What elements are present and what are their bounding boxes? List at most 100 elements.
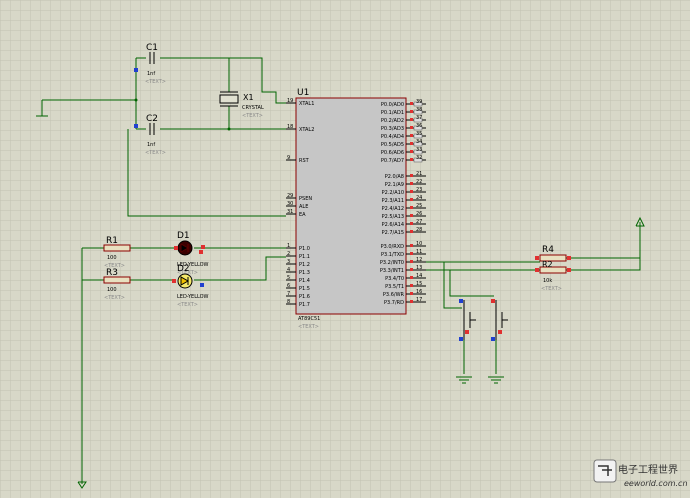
u1-pin-name: P1.3 bbox=[299, 270, 310, 276]
d1-ref: D1 bbox=[177, 231, 190, 241]
u1-pin-name: P1.7 bbox=[299, 302, 310, 308]
u1-pin-number: 15 bbox=[416, 281, 422, 287]
u1-pin-name: XTAL1 bbox=[299, 101, 314, 107]
u1-pin-name: P0.5/AD5 bbox=[381, 142, 404, 148]
schematic-canvas[interactable]: C1 1nf <TEXT> C2 1nf <TEXT> X1 CRYSTAL <… bbox=[0, 0, 690, 498]
u1-text: <TEXT> bbox=[298, 324, 319, 330]
u1-pin-name: P1.6 bbox=[299, 294, 310, 300]
u1-pin-name: P0.6/AD6 bbox=[381, 150, 404, 156]
u1-pin-number: 1 bbox=[287, 243, 290, 249]
u1-pin-number: 36 bbox=[416, 123, 422, 129]
u1-pin-number: 21 bbox=[416, 171, 422, 177]
r3-value: 100 bbox=[107, 287, 117, 293]
pin-dot bbox=[410, 126, 413, 129]
pin-dot bbox=[410, 118, 413, 121]
u1-pin-number: 35 bbox=[416, 131, 422, 137]
u1-pin-number: 3 bbox=[287, 259, 290, 265]
c1-value: 1nf bbox=[147, 71, 155, 77]
u1-pin-number: 2 bbox=[287, 251, 290, 257]
x1-value: CRYSTAL bbox=[242, 105, 264, 111]
u1-pin-name: P3.1/TXD bbox=[381, 252, 404, 258]
u1-pin-number: 38 bbox=[416, 107, 422, 113]
pin-dot bbox=[410, 142, 413, 145]
pin-dot bbox=[410, 150, 413, 153]
r3-text: <TEXT> bbox=[104, 295, 125, 301]
u1-pin-number: 9 bbox=[287, 155, 290, 161]
pin-dot bbox=[410, 230, 413, 233]
u1-pin-name: P2.1/A9 bbox=[385, 182, 404, 188]
u1-pin-number: 30 bbox=[287, 201, 293, 207]
u1-pin-name: P2.4/A12 bbox=[382, 206, 404, 212]
pin-dot bbox=[410, 268, 413, 271]
u1-pin-number: 26 bbox=[416, 211, 422, 217]
u1-pin-number: 33 bbox=[416, 147, 422, 153]
u1-pin-name: P0.3/AD3 bbox=[381, 126, 404, 132]
pin-dot bbox=[410, 276, 413, 279]
u1-pin-number: 14 bbox=[416, 273, 422, 279]
u1-pin-name: P3.2/INT0 bbox=[380, 260, 404, 266]
u1-pin-number: 18 bbox=[287, 124, 293, 130]
u1-pin-number: 27 bbox=[416, 219, 422, 225]
u1-pin-number: 6 bbox=[287, 283, 290, 289]
pin-dot bbox=[410, 110, 413, 113]
r2-text: <TEXT> bbox=[541, 286, 562, 292]
u1-pin-number: 25 bbox=[416, 203, 422, 209]
u1-pin-number: 11 bbox=[416, 249, 422, 255]
pin-dot bbox=[410, 284, 413, 287]
u1-pin-name: P1.1 bbox=[299, 254, 310, 260]
u1-pin-name: ALE bbox=[299, 204, 308, 210]
u1-pin-name: P2.2/A10 bbox=[382, 190, 404, 196]
u1-pin-number: 28 bbox=[416, 227, 422, 233]
c1-ref: C1 bbox=[146, 43, 158, 53]
u1-pin-name: P3.0/RXD bbox=[381, 244, 405, 250]
pin-dot bbox=[410, 260, 413, 263]
u1-pin-name: P0.2/AD2 bbox=[381, 118, 404, 124]
watermark-cn: 电子工程世界 bbox=[618, 463, 678, 476]
r1-value: 100 bbox=[107, 255, 117, 261]
u1-pin-name: P1.2 bbox=[299, 262, 310, 268]
u1-pin-name: P0.1/AD1 bbox=[381, 110, 404, 116]
u1-pin-name: P3.4/T0 bbox=[385, 276, 404, 282]
u1-pin-number: 10 bbox=[416, 241, 422, 247]
pin-dot bbox=[410, 252, 413, 255]
pin-dot bbox=[410, 190, 413, 193]
u1-pin-number: 31 bbox=[287, 209, 293, 215]
u1-pin-number: 19 bbox=[287, 98, 293, 104]
u1-pin-name: PSEN bbox=[299, 196, 312, 202]
u1-pin-name: P0.4/AD4 bbox=[381, 134, 404, 140]
pin-dot bbox=[410, 198, 413, 201]
u1-pin-number: 17 bbox=[416, 297, 422, 303]
u1-pin-number: 32 bbox=[416, 155, 422, 161]
u1-pin-number: 13 bbox=[416, 265, 422, 271]
r2-value: 10k bbox=[543, 278, 552, 284]
u1-part: AT89C51 bbox=[298, 316, 320, 322]
u1-pin-number: 12 bbox=[416, 257, 422, 263]
u1-pin-name: P2.5/A13 bbox=[382, 214, 404, 220]
u1-pin-name: RST bbox=[299, 158, 310, 164]
u1-pin-number: 5 bbox=[287, 275, 290, 281]
d2-ref: D2 bbox=[177, 264, 190, 274]
pin-dot bbox=[410, 222, 413, 225]
c1-text: <TEXT> bbox=[145, 79, 166, 85]
c2-text: <TEXT> bbox=[145, 150, 166, 156]
pin-dot bbox=[410, 102, 413, 105]
u1-pin-number: 24 bbox=[416, 195, 422, 201]
u1-pin-name: P3.5/T1 bbox=[385, 284, 404, 290]
r1-ref: R1 bbox=[106, 236, 118, 246]
u1-pin-name: P1.5 bbox=[299, 286, 310, 292]
u1-pin-number: 16 bbox=[416, 289, 422, 295]
pin-dot bbox=[410, 214, 413, 217]
r3-ref: R3 bbox=[106, 268, 118, 278]
pin-dot bbox=[410, 206, 413, 209]
d2-text: <TEXT> bbox=[177, 302, 198, 308]
u1-pin-name: XTAL2 bbox=[299, 127, 314, 133]
c2-value: 1nf bbox=[147, 142, 155, 148]
microcontroller-u1[interactable]: U1 AT89C51 <TEXT> 19 XTAL118 XTAL29 RST29 PS… bbox=[286, 88, 426, 330]
pin-dot bbox=[410, 174, 413, 177]
watermark-en: eeworld.com.cn bbox=[624, 479, 688, 488]
u1-pin-name: P2.6/A14 bbox=[382, 222, 404, 228]
u1-pin-name: EA bbox=[299, 212, 306, 218]
u1-pin-name: P1.0 bbox=[299, 246, 310, 252]
u1-pin-number: 22 bbox=[416, 179, 422, 185]
u1-pin-name: P3.6/WR bbox=[383, 292, 405, 298]
